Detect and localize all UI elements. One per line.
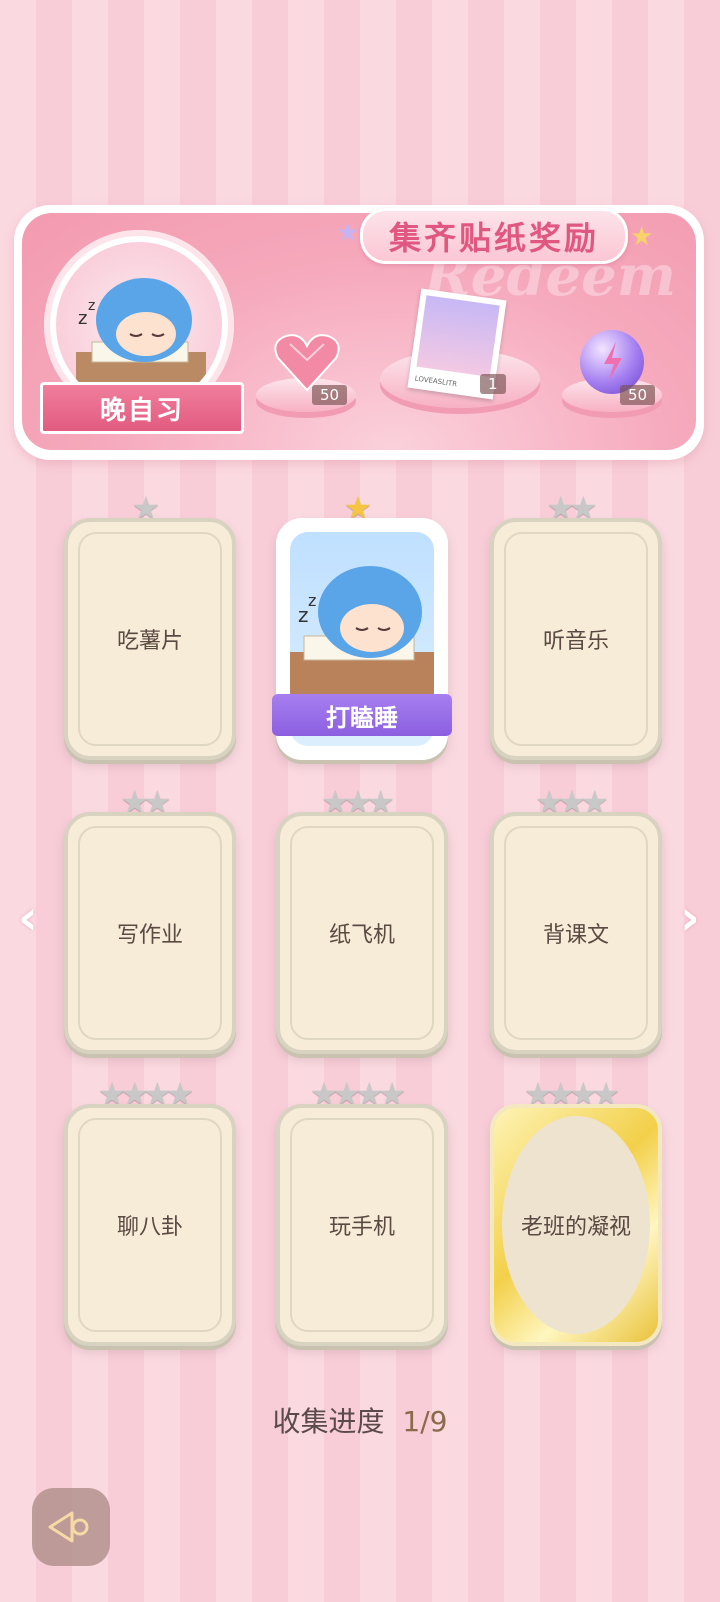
sticker-label: 老班的凝视 bbox=[520, 1215, 631, 1240]
banner-title: 集齐贴纸奖励 bbox=[360, 208, 628, 264]
prev-page-arrow[interactable]: ‹ bbox=[18, 890, 38, 946]
back-button[interactable] bbox=[32, 1488, 110, 1566]
sticker-card[interactable]: 吃薯片 bbox=[64, 518, 236, 760]
sticker-label: 背课文 bbox=[542, 923, 609, 948]
sticker-label: 玩手机 bbox=[328, 1215, 395, 1240]
star-decoration-icon: ★ bbox=[630, 222, 654, 252]
postcard-caption: LOVEASLITR bbox=[414, 374, 458, 389]
sticker-card[interactable]: z z 打瞌睡 bbox=[272, 518, 452, 760]
star-decoration-icon: ★ bbox=[336, 218, 360, 248]
collection-progress: 收集进度 1/9 bbox=[0, 1400, 720, 1440]
sticker-name: 打瞌睡 bbox=[326, 703, 398, 732]
svg-text:z: z bbox=[78, 308, 87, 329]
sticker-card[interactable]: 纸飞机 bbox=[276, 812, 448, 1054]
character-name-ribbon: 晚自习 bbox=[40, 382, 244, 434]
sticker-label: 听音乐 bbox=[542, 629, 609, 654]
sticker-name-tag: 打瞌睡 bbox=[272, 694, 452, 736]
svg-text:z: z bbox=[298, 603, 309, 627]
sticker-card[interactable]: 玩手机 bbox=[276, 1104, 448, 1346]
sticker-label: 聊八卦 bbox=[116, 1215, 183, 1240]
sticker-label: 纸飞机 bbox=[328, 923, 395, 948]
next-page-arrow[interactable]: › bbox=[680, 890, 700, 946]
character-name: 晚自习 bbox=[99, 395, 184, 426]
sticker-card[interactable]: 写作业 bbox=[64, 812, 236, 1054]
reward-count: 50 bbox=[312, 385, 348, 405]
progress-label: 收集进度 bbox=[272, 1405, 385, 1438]
sticker-card[interactable]: 聊八卦 bbox=[64, 1104, 236, 1346]
sticker-label: 吃薯片 bbox=[116, 629, 183, 654]
sticker-label: 写作业 bbox=[116, 923, 183, 948]
reward-count: 1 bbox=[480, 374, 506, 394]
back-arrow-icon bbox=[48, 1511, 89, 1543]
sticker-card[interactable]: 背课文 bbox=[490, 812, 662, 1054]
svg-text:z: z bbox=[88, 298, 95, 314]
progress-value: 1/9 bbox=[402, 1405, 448, 1438]
reward-count: 50 bbox=[620, 385, 656, 405]
svg-text:z: z bbox=[308, 591, 316, 610]
sticker-card[interactable]: 老班的凝视 bbox=[490, 1104, 662, 1346]
banner-title-text: 集齐贴纸奖励 bbox=[388, 219, 599, 257]
sticker-card[interactable]: 听音乐 bbox=[490, 518, 662, 760]
